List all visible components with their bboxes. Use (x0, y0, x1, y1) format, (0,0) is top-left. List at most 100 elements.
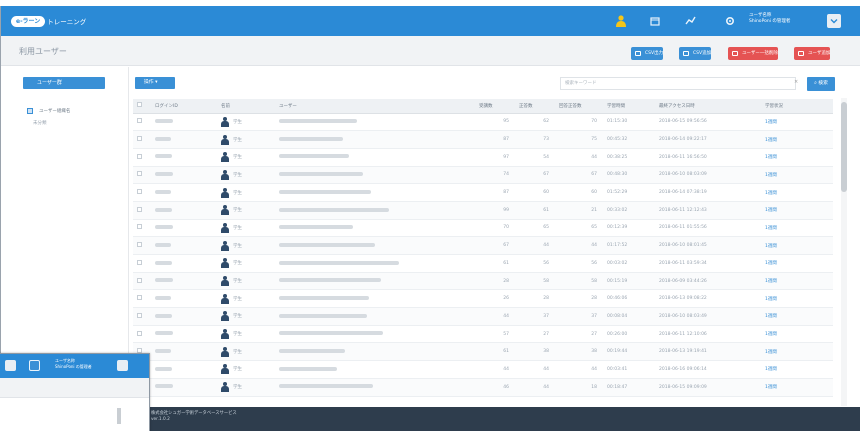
status-link[interactable]: 1週間 (761, 307, 833, 326)
status-link[interactable]: 1週間 (761, 254, 833, 273)
csv-import-button[interactable]: CSV追加 (679, 47, 712, 60)
search-button[interactable]: ⌕ 検索 (807, 77, 835, 91)
row-checkbox-cell[interactable] (133, 166, 151, 185)
col-status[interactable]: 学習状況 (761, 99, 833, 114)
col-select[interactable] (133, 99, 151, 114)
status-link[interactable]: 1週間 (761, 201, 833, 220)
status-link[interactable]: 1週間 (761, 183, 833, 202)
user-cell[interactable] (275, 254, 475, 273)
table-row[interactable]: 学生 67 44 44 01:17:52 2018-06-10 08:01:45 1週間 (133, 236, 833, 255)
col-name[interactable]: 名前 (217, 99, 275, 114)
csv-export-button[interactable]: CSV出力 (631, 47, 664, 60)
table-row[interactable]: 学生 26 28 28 00:46:06 2018-06-13 09:08:22 1週間 (133, 289, 833, 309)
user-cell[interactable] (275, 307, 475, 326)
bulk-delete-users-button[interactable]: ユーザー一括削除 (728, 47, 778, 60)
row-checkbox-cell[interactable] (133, 325, 151, 344)
table-row[interactable]: 学生 57 27 27 00:26:00 2018-06-11 12:10:06 1週間 (133, 325, 833, 344)
app-logo[interactable]: e-ラーン トレーニング (11, 15, 86, 27)
user-cell[interactable] (275, 148, 475, 167)
row-checkbox-cell[interactable] (133, 254, 151, 273)
table-row[interactable]: 学生 97 54 44 00:38:25 2018-06-11 16:56:50 1週間 (133, 148, 833, 167)
user-cell[interactable] (275, 289, 475, 309)
col-study-time[interactable]: 学習時間 (603, 99, 655, 114)
table-row[interactable]: 学生 28 58 58 00:15:19 2018-06-09 03:44:26 1週間 (133, 272, 833, 291)
table-row[interactable]: 学生 87 60 60 01:52:29 2018-06-14 07:38:19 1週間 (133, 183, 833, 202)
table-row[interactable]: 学生 61 38 38 00:19:44 2018-06-13 19:19:41 1週間 (133, 342, 833, 362)
user-icon[interactable] (614, 14, 628, 28)
row-checkbox-cell[interactable] (133, 236, 151, 255)
add-user-button[interactable]: ユーザ追加 (794, 47, 831, 60)
user-group-button[interactable]: ユーザー群 (23, 77, 105, 89)
table-row[interactable]: 学生 46 44 18 00:18:47 2018-06-15 09:09:09 1週間 (133, 378, 833, 397)
col-login-id[interactable]: ログインID (151, 99, 217, 114)
scrollbar-thumb[interactable] (841, 102, 847, 192)
status-link[interactable]: 1週間 (761, 130, 833, 149)
tree-item-unclassified[interactable]: 未分類 (27, 117, 70, 129)
row-checkbox-cell[interactable] (133, 113, 151, 132)
user-cell[interactable] (275, 113, 475, 132)
row-checkbox[interactable] (137, 312, 142, 318)
status-link[interactable]: 1週間 (761, 360, 833, 379)
row-checkbox-cell[interactable] (133, 183, 151, 202)
row-checkbox[interactable] (137, 136, 142, 142)
col-correct[interactable]: 正答数 (515, 99, 555, 114)
overlay-gear-icon[interactable] (5, 360, 16, 371)
status-link[interactable]: 1週間 (761, 325, 833, 344)
operation-dropdown-button[interactable]: 操作 ▾ (135, 77, 175, 89)
row-checkbox-cell[interactable] (133, 219, 151, 238)
row-checkbox[interactable] (137, 189, 142, 195)
clear-search-icon[interactable]: × (794, 79, 798, 85)
user-cell[interactable] (275, 272, 475, 291)
status-link[interactable]: 1週間 (761, 342, 833, 362)
overlay-scrollbar-thumb[interactable] (117, 408, 121, 424)
row-checkbox[interactable] (137, 295, 142, 301)
user-cell[interactable] (275, 236, 475, 255)
user-cell[interactable] (275, 201, 475, 220)
table-row[interactable]: 学生 70 65 65 00:12:39 2018-06-11 01:55:56 1週間 (133, 219, 833, 238)
user-cell[interactable] (275, 360, 475, 379)
table-row[interactable]: 学生 74 67 67 00:48:30 2018-06-10 08:03:09 1週間 (133, 166, 833, 185)
row-checkbox[interactable] (137, 206, 142, 212)
user-cell[interactable] (275, 342, 475, 362)
row-checkbox[interactable] (137, 118, 142, 124)
status-link[interactable]: 1週間 (761, 219, 833, 238)
user-cell[interactable] (275, 183, 475, 202)
overlay-settings-icon[interactable] (29, 360, 40, 371)
tree-item-organization[interactable]: ユーザー組織名 (27, 105, 70, 117)
status-link[interactable]: 1週間 (761, 236, 833, 255)
row-checkbox-cell[interactable] (133, 130, 151, 149)
status-link[interactable]: 1週間 (761, 148, 833, 167)
status-link[interactable]: 1週間 (761, 289, 833, 309)
table-row[interactable]: 学生 87 73 75 00:45:32 2018-06-14 09:22:17 1週間 (133, 130, 833, 149)
search-input[interactable]: 検索キーワード (560, 77, 796, 90)
col-lessons[interactable]: 受講数 (475, 99, 515, 114)
row-checkbox[interactable] (137, 153, 142, 159)
row-checkbox[interactable] (137, 242, 142, 248)
calendar-icon[interactable] (648, 14, 662, 28)
user-cell[interactable] (275, 166, 475, 185)
col-last-access[interactable]: 最終アクセス日時 (655, 99, 761, 114)
overlay-menu-button[interactable] (117, 360, 128, 371)
row-checkbox[interactable] (137, 224, 142, 230)
user-menu-button[interactable] (827, 14, 841, 28)
status-link[interactable]: 1週間 (761, 272, 833, 291)
table-row[interactable]: 学生 44 44 44 00:03:41 2018-06-16 09:06:14 1週間 (133, 360, 833, 379)
status-link[interactable]: 1週間 (761, 113, 833, 132)
user-cell[interactable] (275, 378, 475, 397)
table-row[interactable]: 学生 95 62 70 01:15:30 2018-06-15 09:56:56 1週間 (133, 113, 833, 132)
user-cell[interactable] (275, 130, 475, 149)
status-link[interactable]: 1週間 (761, 166, 833, 185)
table-row[interactable]: 学生 44 37 37 00:08:04 2018-06-10 08:03:49 1週間 (133, 307, 833, 326)
row-checkbox-cell[interactable] (133, 148, 151, 167)
row-checkbox-cell[interactable] (133, 201, 151, 220)
row-checkbox[interactable] (137, 277, 142, 283)
col-answer-correct[interactable]: 回答正答数 (555, 99, 603, 114)
col-user[interactable]: ユーザー (275, 99, 475, 114)
row-checkbox[interactable] (137, 171, 142, 177)
select-all-checkbox[interactable] (137, 102, 142, 108)
user-cell[interactable] (275, 219, 475, 238)
row-checkbox[interactable] (137, 330, 142, 336)
row-checkbox-cell[interactable] (133, 272, 151, 291)
row-checkbox-cell[interactable] (133, 289, 151, 309)
user-cell[interactable] (275, 325, 475, 344)
